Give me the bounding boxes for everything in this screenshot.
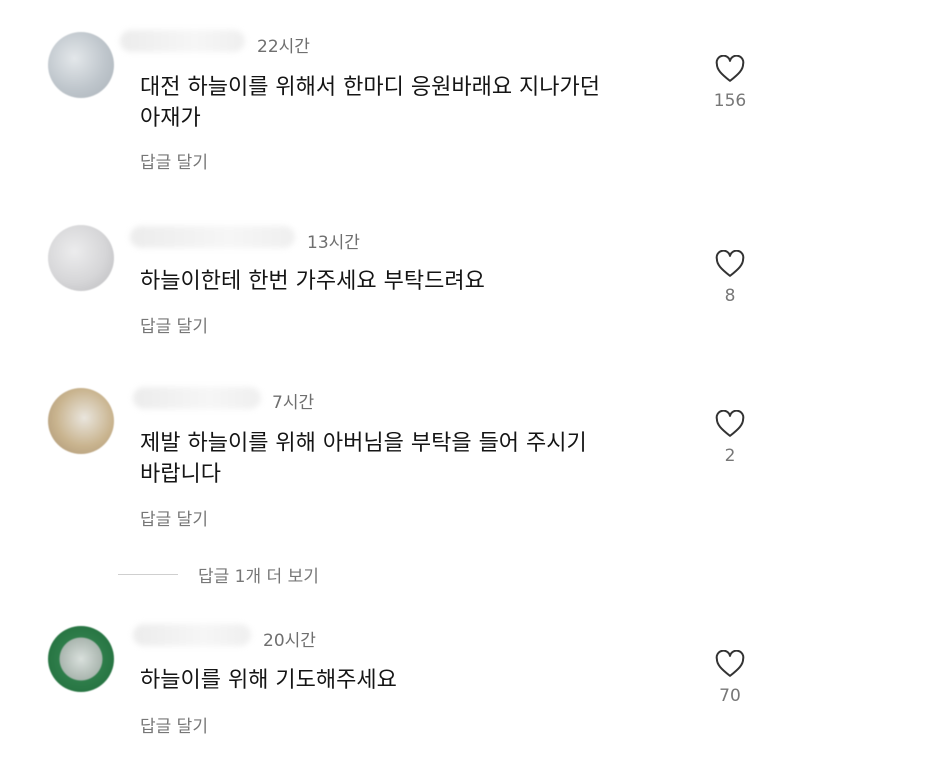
- like-count: 70: [719, 686, 741, 706]
- like-group: 2: [700, 410, 760, 466]
- view-more-replies-label: 답글 1개 더 보기: [198, 566, 319, 587]
- like-count: 156: [713, 91, 747, 111]
- heart-outline-icon[interactable]: [715, 410, 745, 438]
- comment-text: 대전 하늘이를 위해서 한마디 응원바래요 지나가던 아재가: [140, 75, 601, 131]
- avatar[interactable]: [48, 225, 114, 291]
- divider-line: [118, 573, 178, 575]
- username-blurred[interactable]: [133, 624, 251, 646]
- comment-time: 22시간: [257, 37, 310, 57]
- like-group: 156: [700, 55, 760, 111]
- avatar[interactable]: [48, 388, 114, 454]
- like-group: 8: [700, 250, 760, 306]
- reply-button[interactable]: 답글 달기: [140, 712, 208, 737]
- comment-time: 7시간: [272, 393, 315, 413]
- like-group: 70: [700, 650, 760, 706]
- username-blurred[interactable]: [120, 30, 245, 52]
- username-blurred[interactable]: [130, 226, 295, 248]
- reply-button[interactable]: 답글 달기: [140, 505, 208, 530]
- like-count: 2: [724, 446, 736, 466]
- comment-text: 하늘이한테 한번 가주세요 부탁드려요: [140, 269, 485, 294]
- comment-text: 제발 하늘이를 위해 아버님을 부탁을 들어 주시기 바랍니다: [140, 431, 587, 487]
- avatar[interactable]: [48, 626, 114, 692]
- username-blurred[interactable]: [133, 387, 261, 409]
- heart-outline-icon[interactable]: [715, 250, 745, 278]
- reply-button[interactable]: 답글 달기: [140, 148, 208, 173]
- comment-time: 13시간: [307, 233, 360, 253]
- heart-outline-icon[interactable]: [715, 55, 745, 83]
- avatar[interactable]: [48, 32, 114, 98]
- like-count: 8: [724, 286, 736, 306]
- view-more-replies[interactable]: 답글 1개 더 보기: [118, 562, 319, 587]
- heart-outline-icon[interactable]: [715, 650, 745, 678]
- reply-button[interactable]: 답글 달기: [140, 312, 208, 337]
- comment-time: 20시간: [263, 631, 316, 651]
- comment-text: 하늘이를 위해 기도해주세요: [140, 668, 397, 693]
